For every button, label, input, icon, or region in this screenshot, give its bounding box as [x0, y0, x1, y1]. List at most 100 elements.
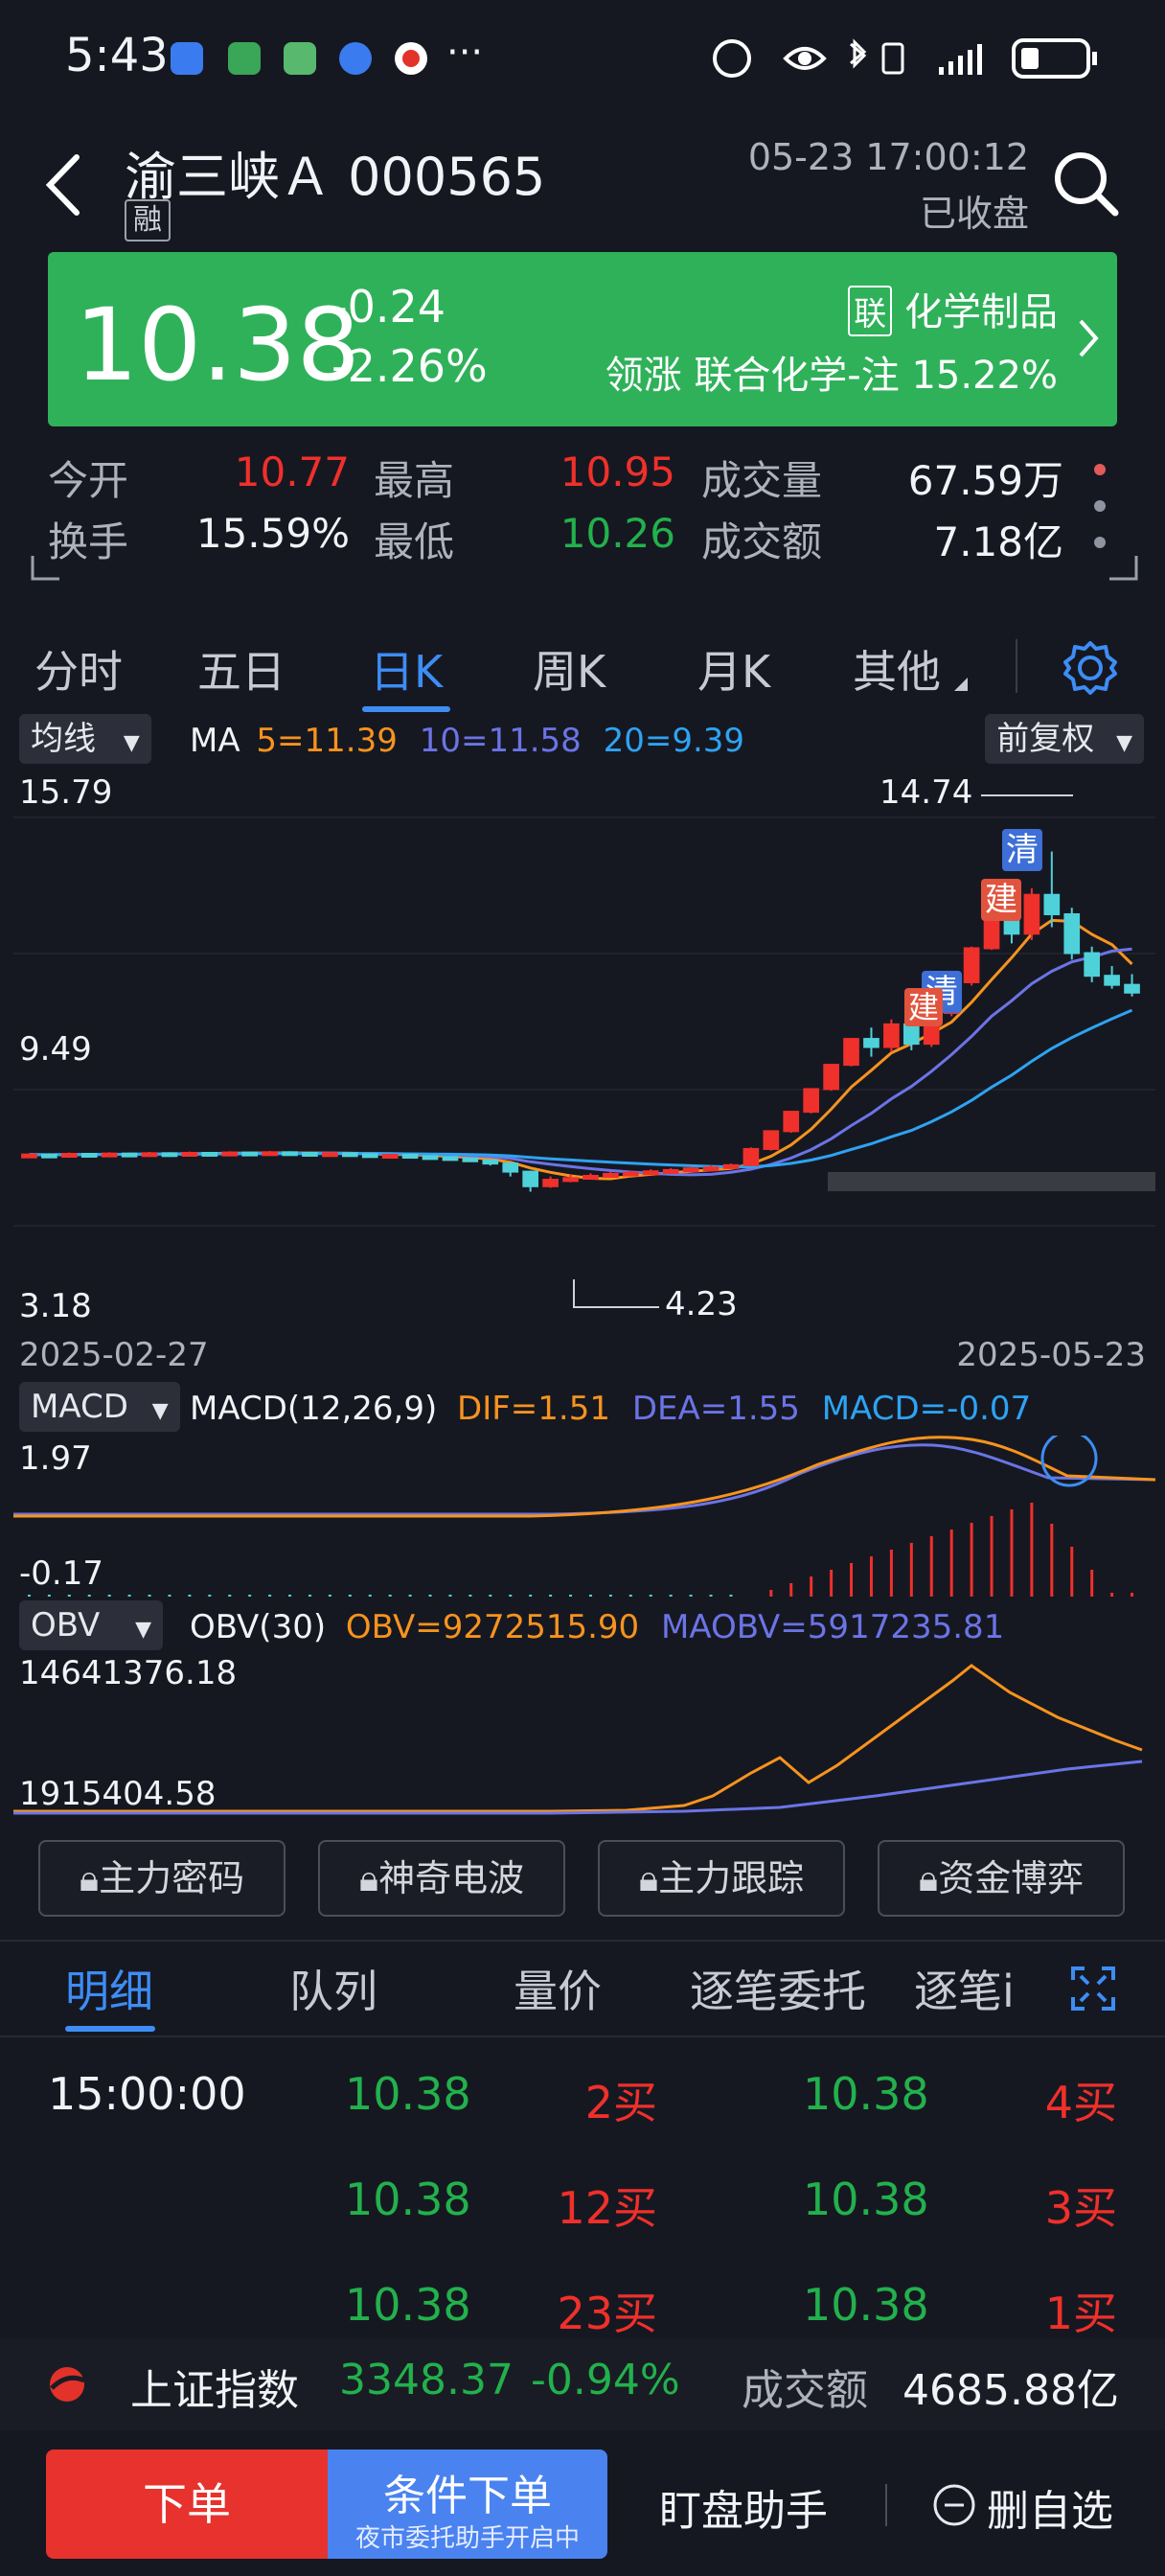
indicator-selector-ma[interactable]: 均线 ▼ — [19, 714, 151, 764]
candle-body — [442, 1156, 459, 1162]
candle-body — [702, 1166, 720, 1172]
remove-watchlist-button[interactable]: 删自选 — [987, 2476, 1113, 2538]
feature-button-capital[interactable]: 🔒︎资金博弈 — [878, 1840, 1125, 1917]
build-signal-badge[interactable]: 建 — [904, 988, 943, 1026]
macd-bar — [1050, 1524, 1054, 1597]
order-button[interactable]: 下单 — [46, 2450, 328, 2559]
sector-leader: 领涨 联合化学-注 15.22% — [605, 344, 1058, 400]
feature-button-wave[interactable]: 🔒︎神奇电波 — [318, 1840, 565, 1917]
index-amount: 4685.88亿 — [902, 2366, 1119, 2415]
search-icon[interactable] — [1052, 150, 1121, 218]
lock-icon: 🔒︎ — [79, 1857, 100, 1899]
obv-panel: OBV ▼ OBV(30) OBV=9272515.90 MAOBV=59172… — [13, 1600, 1155, 1817]
feature-button-tracking[interactable]: 🔒︎主力跟踪 — [598, 1840, 845, 1917]
macd-bar — [388, 1595, 392, 1597]
trade-time: 15:00:00 — [48, 2068, 246, 2120]
candle-body — [783, 1111, 800, 1133]
signal-icon — [939, 67, 944, 75]
macd-bar — [1110, 1593, 1114, 1597]
gear-icon[interactable] — [1062, 639, 1119, 697]
price-change: -0.24 — [331, 281, 446, 333]
macd-bar — [769, 1590, 773, 1597]
selector-label: 均线 — [31, 720, 96, 758]
tab-five-day[interactable]: 五日 — [197, 637, 286, 701]
trade-volume: 23买 — [557, 2288, 657, 2339]
macd-bar — [408, 1595, 412, 1597]
more-notifications-icon: ··· — [446, 31, 484, 75]
chevron-down-icon: ▼ — [135, 1618, 152, 1642]
candle-body — [502, 1162, 519, 1173]
y-axis-bottom: 3.18 — [19, 1287, 92, 1325]
macd-bar — [850, 1563, 854, 1597]
market-status: 已收盘 — [919, 193, 1029, 235]
candlestick-chart[interactable] — [13, 768, 1155, 1327]
tab-order-by-order[interactable]: 逐笔委托 — [690, 1957, 866, 2020]
macd-bar — [709, 1595, 713, 1597]
y-axis-top: 15.79 — [19, 773, 113, 812]
candle-body — [141, 1152, 158, 1158]
tab-weekly-k[interactable]: 周K — [533, 637, 605, 701]
message-icon — [339, 42, 372, 75]
tab-monthly-k[interactable]: 月K — [697, 637, 770, 701]
min-marker-line — [573, 1279, 575, 1306]
index-pct: -0.94% — [531, 2356, 680, 2404]
vibrate-icon — [881, 42, 904, 75]
index-value: 3348.37 — [339, 2356, 514, 2404]
macd-y-top: 1.97 — [19, 1439, 92, 1478]
macd-bar — [909, 1543, 913, 1597]
tab-volume-price[interactable]: 量价 — [514, 1957, 602, 2020]
candle-body — [542, 1179, 559, 1187]
expand-corner-icon[interactable] — [1102, 554, 1140, 583]
stock-header: 渝三峡Ａ 000565 融 05-23 17:00:12 已收盘 — [0, 115, 1165, 249]
build-signal-badge[interactable]: 建 — [981, 879, 1021, 921]
ma-label: MA — [190, 722, 240, 760]
candle-body — [282, 1151, 298, 1157]
macd-chart[interactable] — [13, 1436, 1155, 1600]
candle-body — [462, 1157, 479, 1162]
macd-bar — [468, 1595, 472, 1597]
trade-price: 10.38 — [345, 2068, 471, 2120]
expand-corner-icon[interactable] — [29, 554, 67, 583]
exchange-logo-icon — [50, 2367, 86, 2402]
tab-queue[interactable]: 队列 — [289, 1957, 377, 2020]
leader-label: 领涨 — [605, 354, 682, 398]
trade-price: 10.38 — [803, 2068, 929, 2120]
macd-bar — [889, 1550, 893, 1597]
app-notification-icon — [284, 42, 316, 75]
stock-code: 000565 — [348, 147, 546, 207]
tab-trade-by-trade[interactable]: 逐笔i — [914, 1957, 1017, 2020]
macd-bar — [689, 1595, 693, 1597]
quote-banner[interactable]: 10.38 -0.24 -2.26% 联 化学制品 领涨 联合化学-注 15.2… — [48, 252, 1117, 426]
tab-daily-k[interactable]: 日K — [370, 637, 443, 701]
candle-body — [963, 947, 980, 983]
macd-bar — [47, 1595, 51, 1597]
chevron-down-icon: ▼ — [151, 1399, 169, 1423]
macd-bar — [67, 1595, 71, 1597]
clear-signal-badge[interactable]: 清 — [1002, 829, 1042, 871]
status-bar: 5:43 ··· — [0, 0, 1165, 115]
stock-name: 渝三峡Ａ 000565 — [125, 134, 545, 210]
tab-more[interactable]: 其他 — [853, 637, 941, 701]
stats-panel: 今开 10.77 最高 10.95 成交量 67.59万 换手 15.59% 最… — [0, 441, 1165, 594]
sector-link[interactable]: 联 化学制品 — [848, 281, 1058, 336]
more-dots-icon[interactable] — [1090, 460, 1109, 552]
tab-detail[interactable]: 明细 — [65, 1957, 153, 2020]
candle-body — [201, 1151, 218, 1157]
conditional-order-button[interactable]: 条件下单 夜市委托助手开启中 — [328, 2450, 607, 2559]
fullscreen-icon[interactable] — [1069, 1965, 1117, 2012]
tab-intraday[interactable]: 分时 — [34, 637, 123, 701]
indicator-selector-macd[interactable]: MACD ▼ — [19, 1382, 180, 1432]
watch-assistant-button[interactable]: 盯盘助手 — [659, 2476, 828, 2538]
index-ticker-bar[interactable]: 上证指数 3348.37 -0.94% 成交额 4685.88亿 — [0, 2338, 1165, 2430]
remove-circle-icon[interactable] — [931, 2482, 977, 2528]
feature-button-main-code[interactable]: 🔒︎主力密码 — [38, 1840, 286, 1917]
back-icon[interactable] — [38, 151, 86, 218]
adjust-selector[interactable]: 前复权 ▼ — [985, 714, 1144, 764]
indicator-selector-obv[interactable]: OBV ▼ — [19, 1600, 164, 1650]
candle-body — [121, 1152, 138, 1158]
candle-body — [241, 1151, 259, 1157]
trade-price: 10.38 — [803, 2279, 929, 2331]
index-amount-label: 成交额 — [742, 2366, 868, 2415]
amount-value: 7.18亿 — [933, 518, 1063, 565]
open-label: 今开 — [48, 457, 129, 504]
